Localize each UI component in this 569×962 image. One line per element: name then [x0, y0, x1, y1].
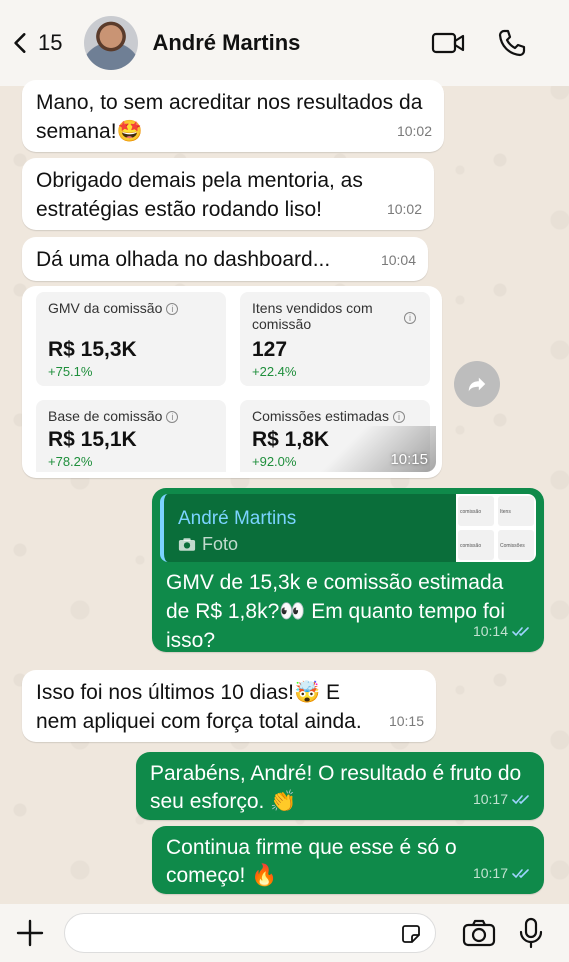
info-icon: i [392, 411, 405, 423]
read-ticks-icon [512, 626, 529, 636]
plus-icon[interactable] [14, 917, 46, 949]
message-composer [0, 904, 569, 962]
chat-header: 15 André Martins [0, 0, 569, 86]
mini-card: comissão,1K [458, 530, 494, 560]
mini-card: Itens127 [498, 496, 534, 546]
message-time: 10:17 [473, 785, 532, 814]
time-label: 10:14 [472, 623, 508, 639]
forward-button[interactable] [454, 361, 500, 407]
message-text: Obrigado demais pela mentoria, as estrat… [36, 169, 363, 221]
quoted-message[interactable]: André Martins Foto comissão3,3K Itens127… [160, 494, 536, 562]
metric-label: GMV da comissão [48, 300, 163, 316]
mini-card: ComissõesR$ 1,8K [498, 530, 534, 560]
message-bubble[interactable]: Isso foi nos últimos 10 dias!🤯 E nem apl… [22, 670, 436, 742]
metric-label: Comissões estimadas [252, 408, 389, 424]
message-bubble[interactable]: André Martins Foto comissão3,3K Itens127… [152, 488, 544, 652]
info-icon: i [166, 303, 179, 315]
back-button[interactable]: 15 [8, 23, 62, 63]
camera-icon[interactable] [462, 918, 496, 948]
message-bubble[interactable]: Obrigado demais pela mentoria, as estrat… [22, 158, 434, 230]
message-bubble[interactable]: Continua firme que esse é só o começo! 🔥… [152, 826, 544, 894]
message-time: 10:04 [380, 252, 416, 268]
contact-name[interactable]: André Martins [152, 30, 300, 56]
metric-value: 127 [252, 338, 288, 361]
image-message[interactable]: GMV da comissão i R$ 15,3K +75.1% Itens v… [22, 286, 442, 478]
metric-label: Base de comissão [48, 408, 163, 424]
avatar[interactable] [84, 16, 139, 70]
message-time: 10:17 [473, 859, 532, 888]
metric-delta: +22.4% [252, 364, 297, 379]
time-label: 10:17 [472, 865, 508, 881]
quoted-sender: André Martins [178, 508, 297, 529]
read-ticks-icon [512, 794, 529, 804]
metric-label: Itens vendidos com comissão [252, 300, 373, 332]
message-time: 10:15 [388, 713, 424, 729]
message-text: Dá uma olhada no dashboard... [36, 248, 331, 271]
metric-delta: +75.1% [48, 364, 93, 379]
metric-card: Base de comissão i R$ 15,1K +78.2% [36, 400, 226, 472]
message-input[interactable] [64, 913, 436, 953]
info-icon: i [166, 411, 179, 423]
message-time: 10:02 [396, 123, 432, 139]
phone-icon[interactable] [495, 28, 529, 58]
time-label: 10:17 [472, 791, 508, 807]
video-call-icon[interactable] [431, 28, 465, 58]
message-bubble[interactable]: Parabéns, André! O resultado é fruto do … [136, 752, 544, 820]
metric-value: R$ 15,1K [48, 428, 137, 451]
read-ticks-icon [512, 868, 529, 878]
chevron-left-icon [14, 33, 26, 53]
message-time: 10:14 [473, 617, 532, 646]
quoted-thumbnail: comissão3,3K Itens127 comissão,1K Comiss… [456, 494, 536, 562]
message-bubble[interactable]: Dá uma olhada no dashboard... 10:04 [22, 237, 428, 281]
dashboard-screenshot: GMV da comissão i R$ 15,3K +75.1% Itens v… [28, 292, 436, 472]
message-text: Isso foi nos últimos 10 dias!🤯 E nem apl… [36, 681, 362, 733]
unread-count: 15 [38, 30, 63, 55]
mini-card: comissão3,3K [458, 496, 494, 546]
message-bubble[interactable]: Mano, to sem acreditar nos resultados da… [22, 80, 444, 152]
microphone-icon[interactable] [518, 917, 544, 949]
info-icon: i [404, 312, 416, 324]
sticker-icon[interactable] [399, 922, 423, 946]
message-time: 10:02 [386, 201, 422, 217]
message-time: 10:15 [390, 451, 428, 468]
quoted-kind: Foto [178, 530, 238, 559]
message-text: Mano, to sem acreditar nos resultados da… [36, 91, 423, 143]
quoted-kind-label: Foto [202, 534, 239, 554]
metric-delta: +78.2% [48, 454, 93, 469]
metric-value: R$ 15,3K [48, 338, 137, 361]
metric-card: GMV da comissão i R$ 15,3K +75.1% [36, 292, 226, 386]
metric-card: Itens vendidos com comissão i 127 +22.4% [240, 292, 430, 386]
forward-icon [468, 377, 486, 392]
camera-icon [178, 538, 196, 551]
